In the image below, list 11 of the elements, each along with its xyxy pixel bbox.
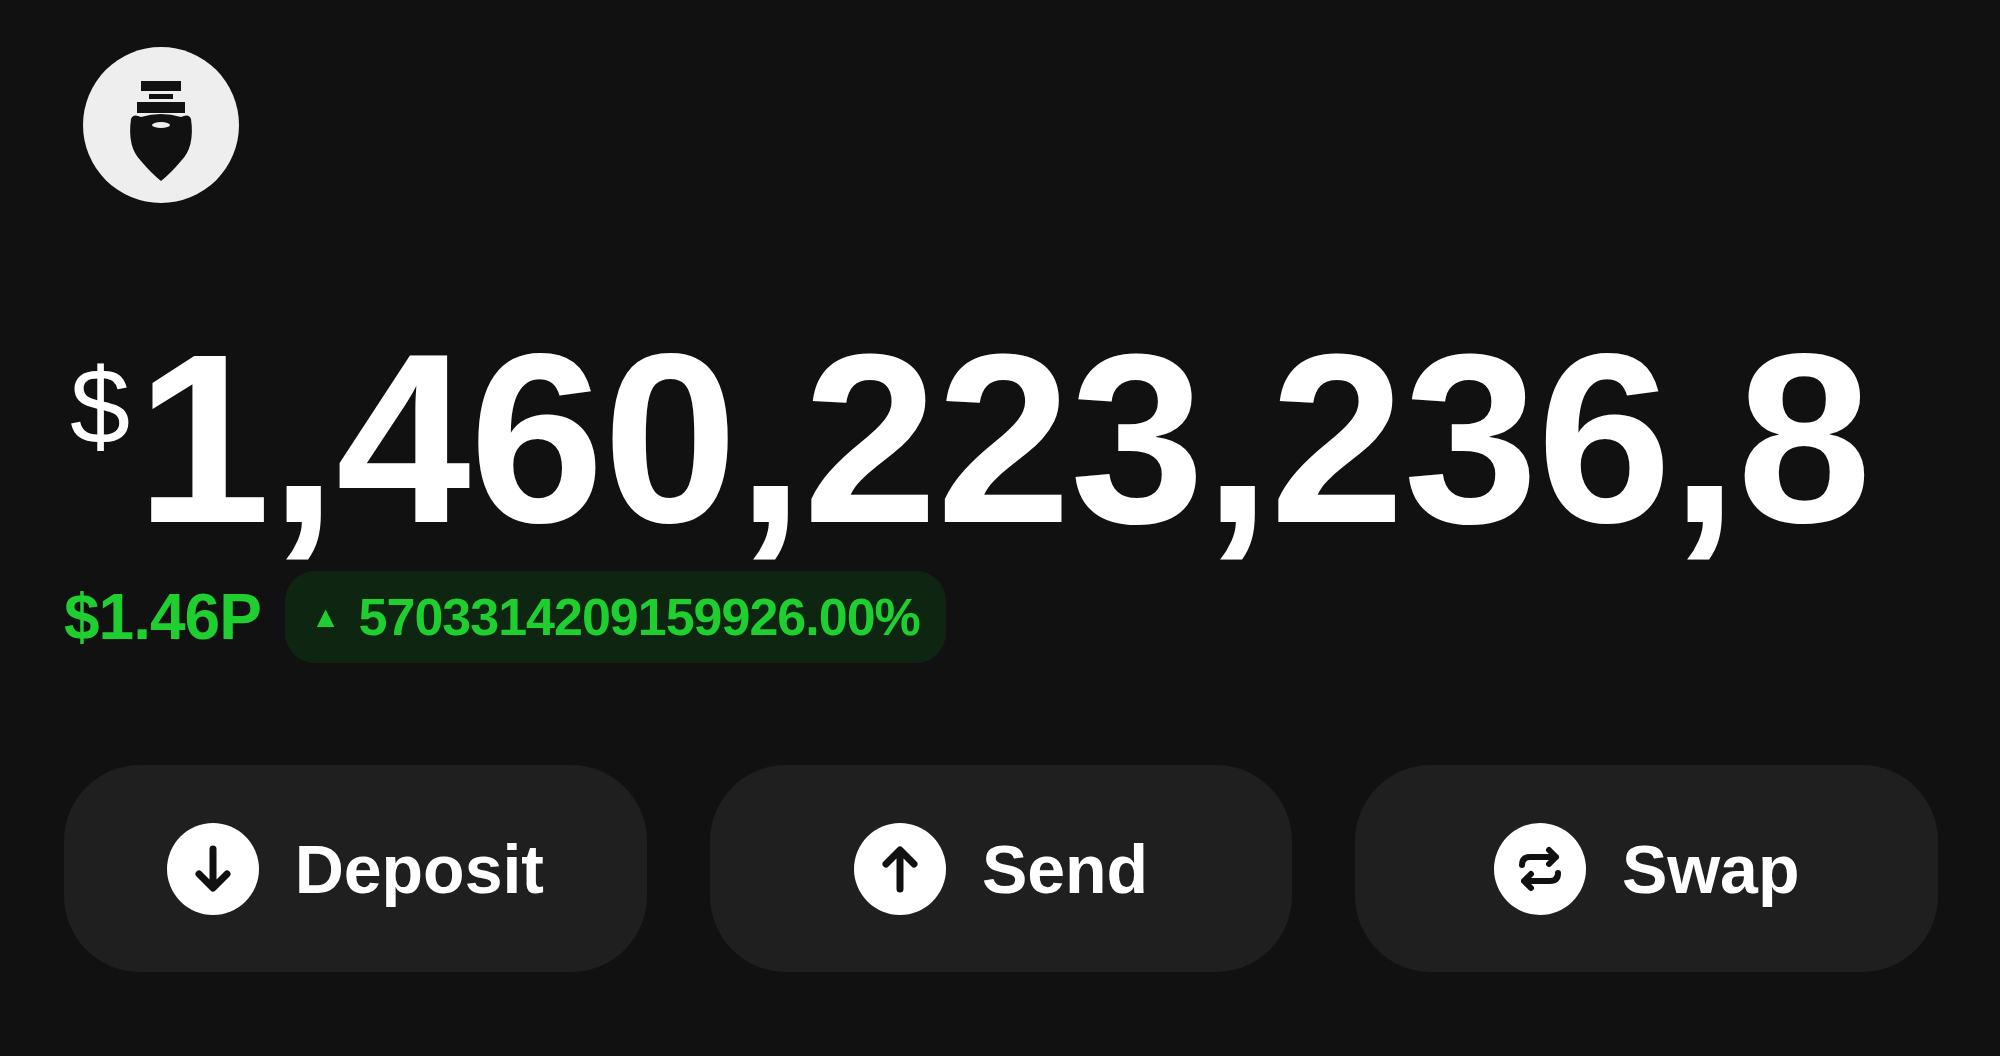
change-value: $1.46P bbox=[64, 580, 261, 654]
arrow-up-icon bbox=[853, 822, 946, 915]
arrow-down-icon bbox=[166, 822, 259, 915]
trend-arrow: ▲ bbox=[310, 600, 341, 634]
deposit-button[interactable]: Deposit bbox=[64, 765, 647, 972]
balance-amount: 1,460,223,236,8 bbox=[136, 317, 1871, 559]
send-button[interactable]: Send bbox=[709, 765, 1293, 972]
swap-button[interactable]: Swap bbox=[1355, 765, 1938, 972]
swap-arrows-icon bbox=[1493, 822, 1586, 915]
currency-symbol: $ bbox=[70, 353, 131, 461]
change-percent: 5703314209159926.00% bbox=[358, 587, 920, 647]
